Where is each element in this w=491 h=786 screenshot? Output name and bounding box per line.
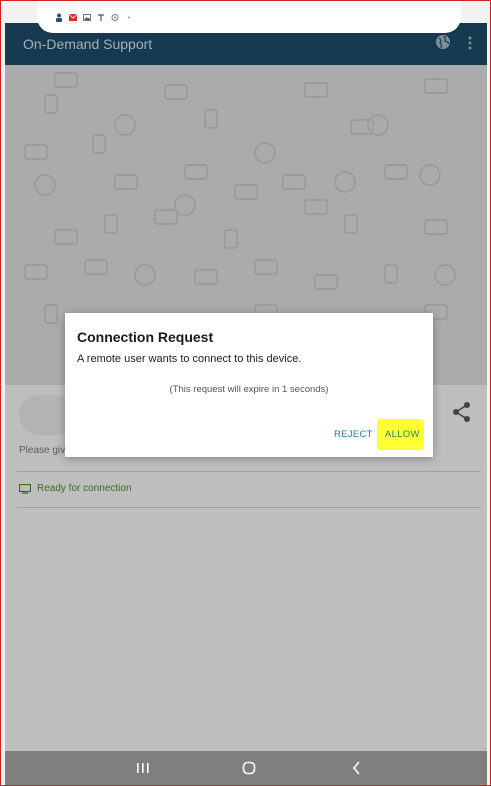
recents-icon[interactable]	[136, 762, 150, 774]
dialog-message: A remote user wants to connect to this d…	[77, 353, 302, 365]
image-icon	[83, 14, 91, 21]
allow-button[interactable]: ALLOW	[385, 429, 420, 440]
navigation-bar	[5, 751, 487, 785]
dialog-title: Connection Request	[77, 329, 214, 345]
signal-icon	[98, 14, 104, 21]
person-icon	[56, 13, 62, 22]
device-screen: On-Demand Support Please give Ready for …	[0, 0, 491, 786]
status-bar	[37, 1, 461, 33]
mail-icon	[69, 13, 77, 21]
settings-icon	[111, 14, 119, 21]
reject-button[interactable]: REJECT	[334, 429, 373, 440]
expiry-notice: (This request will expire in 1 seconds)	[169, 384, 329, 395]
dot-icon	[128, 16, 130, 19]
connection-request-dialog: Connection Request A remote user wants t…	[65, 313, 433, 457]
back-icon[interactable]	[351, 760, 363, 776]
home-icon[interactable]	[242, 761, 256, 775]
status-icons	[55, 13, 133, 22]
